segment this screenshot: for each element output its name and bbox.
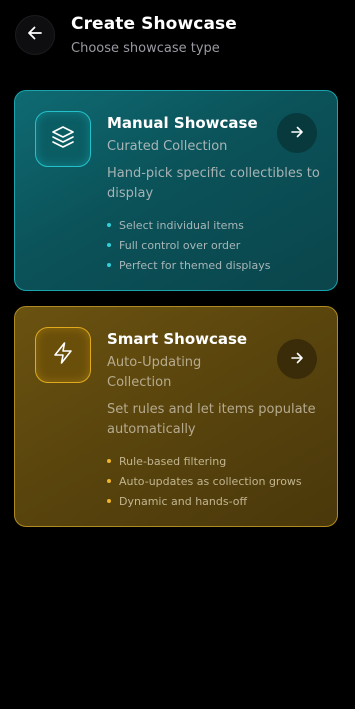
bullet-dot: [107, 263, 111, 267]
feature-text: Auto-updates as collection grows: [119, 474, 302, 488]
feature-item: Dynamic and hands-off: [107, 491, 302, 511]
smart-showcase-subtitle: Auto-Updating Collection: [107, 355, 202, 390]
arrow-right-icon: [290, 124, 304, 143]
manual-showcase-icon-badge: [35, 111, 91, 167]
manual-showcase-description: Hand-pick specific collectibles to displ…: [107, 166, 320, 201]
feature-text: Full control over order: [119, 238, 241, 252]
manual-showcase-card[interactable]: Manual Showcase Curated Collection Hand-…: [14, 90, 338, 291]
layers-icon: [50, 124, 76, 154]
bullet-dot: [107, 243, 111, 247]
feature-text: Rule-based filtering: [119, 454, 227, 468]
back-button[interactable]: [15, 15, 55, 55]
bullet-dot: [107, 223, 111, 227]
manual-showcase-subtitle: Curated Collection: [107, 139, 228, 154]
feature-item: Select individual items: [107, 215, 270, 235]
smart-showcase-arrow-button[interactable]: [277, 339, 317, 379]
feature-item: Full control over order: [107, 235, 270, 255]
page-subtitle: Choose showcase type: [71, 41, 220, 56]
arrow-left-icon: [26, 24, 44, 46]
bullet-dot: [107, 459, 111, 463]
feature-item: Auto-updates as collection grows: [107, 471, 302, 491]
page-title: Create Showcase: [71, 14, 237, 34]
manual-showcase-title: Manual Showcase: [107, 114, 258, 132]
smart-showcase-title: Smart Showcase: [107, 330, 248, 348]
bullet-dot: [107, 499, 111, 503]
feature-text: Select individual items: [119, 218, 244, 232]
feature-item: Perfect for themed displays: [107, 255, 270, 275]
manual-showcase-features: Select individual items Full control ove…: [107, 215, 270, 275]
smart-showcase-icon-badge: [35, 327, 91, 383]
manual-showcase-arrow-button[interactable]: [277, 113, 317, 153]
arrow-right-icon: [290, 350, 304, 369]
smart-showcase-features: Rule-based filtering Auto-updates as col…: [107, 451, 302, 511]
smart-showcase-description: Set rules and let items populate automat…: [107, 402, 316, 437]
lightning-icon: [50, 340, 76, 370]
smart-showcase-card[interactable]: Smart Showcase Auto-Updating Collection …: [14, 306, 338, 527]
feature-item: Rule-based filtering: [107, 451, 302, 471]
feature-text: Perfect for themed displays: [119, 258, 271, 272]
create-showcase-screen: Create Showcase Choose showcase type Man…: [0, 0, 355, 709]
bullet-dot: [107, 479, 111, 483]
feature-text: Dynamic and hands-off: [119, 494, 248, 508]
